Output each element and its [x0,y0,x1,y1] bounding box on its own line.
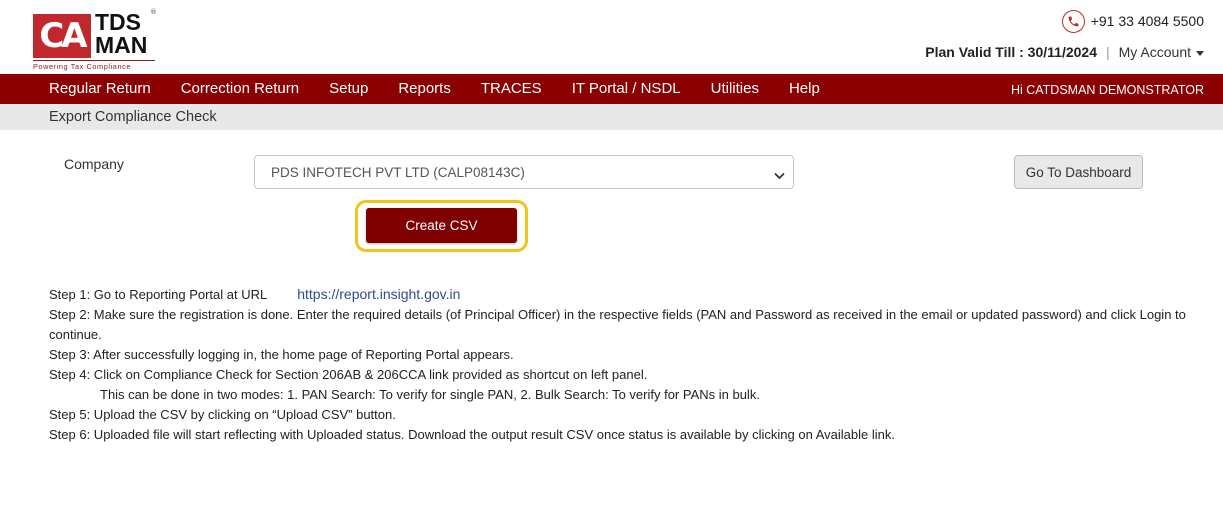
step-5: Step 5: Upload the CSV by clicking on “U… [49,407,396,422]
phone-icon [1061,9,1085,33]
nav-traces[interactable]: TRACES [466,74,557,104]
contact-phone: +91 33 4084 5500 [1061,9,1204,33]
page-title: Export Compliance Check [49,109,217,125]
nav-reports[interactable]: Reports [383,74,466,104]
step-4-detail: This can be done in two modes: 1. PAN Se… [100,387,760,402]
nav-it-portal-nsdl[interactable]: IT Portal / NSDL [557,74,696,104]
step-6: Step 6: Uploaded file will start reflect… [49,427,895,442]
nav-correction-return[interactable]: Correction Return [166,74,314,104]
step-1: Step 1: Go to Reporting Portal at URL htt… [49,284,1199,305]
plan-valid-till: Plan Valid Till : 30/11/2024 [925,44,1097,60]
logo-mark: CA [33,14,91,58]
logo-word-man: MAN [95,32,148,58]
nav-setup[interactable]: Setup [314,74,383,104]
logo-registered-mark: ® [150,8,157,16]
tdsman-logo[interactable]: CA TDS MAN ® Powering Tax Compliance [33,8,157,71]
step-3: Step 3: After successfully logging in, t… [49,347,514,362]
create-csv-button[interactable]: Create CSV [366,208,517,243]
nav-regular-return[interactable]: Regular Return [0,74,166,104]
step-1-text: Step 1: Go to Reporting Portal at URL [49,287,268,302]
company-label: Company [64,156,124,172]
logo-tagline: Powering Tax Compliance [33,60,155,71]
logo-word-tds: TDS [95,9,141,35]
my-account-label: My Account [1118,44,1191,60]
caret-down-icon [1196,50,1204,56]
breadcrumb-bar: Export Compliance Check [0,104,1223,130]
go-to-dashboard-button[interactable]: Go To Dashboard [1014,155,1143,189]
header-separator: | [1105,44,1110,60]
company-selected-value: PDS INFOTECH PVT LTD (CALP08143C) [271,164,525,180]
main-nav: Regular Return Correction Return Setup R… [0,74,1223,104]
step-2: Step 2: Make sure the registration is do… [49,307,1186,342]
nav-help[interactable]: Help [774,74,835,104]
nav-utilities[interactable]: Utilities [696,74,774,104]
company-select[interactable]: PDS INFOTECH PVT LTD (CALP08143C) [254,155,794,189]
plan-row: Plan Valid Till : 30/11/2024 | My Accoun… [925,42,1204,62]
user-greeting: Hi CATDSMAN DEMONSTRATOR [1010,83,1204,97]
phone-number: +91 33 4084 5500 [1090,13,1204,29]
header: CA TDS MAN ® Powering Tax Compliance +91… [0,0,1223,74]
step-4: Step 4: Click on Compliance Check for Se… [49,367,648,382]
instruction-steps: Step 1: Go to Reporting Portal at URL htt… [49,284,1199,445]
chevron-down-icon [774,168,785,183]
reporting-portal-link[interactable]: https://report.insight.gov.in [297,286,460,302]
my-account-menu[interactable]: My Account [1119,44,1204,60]
